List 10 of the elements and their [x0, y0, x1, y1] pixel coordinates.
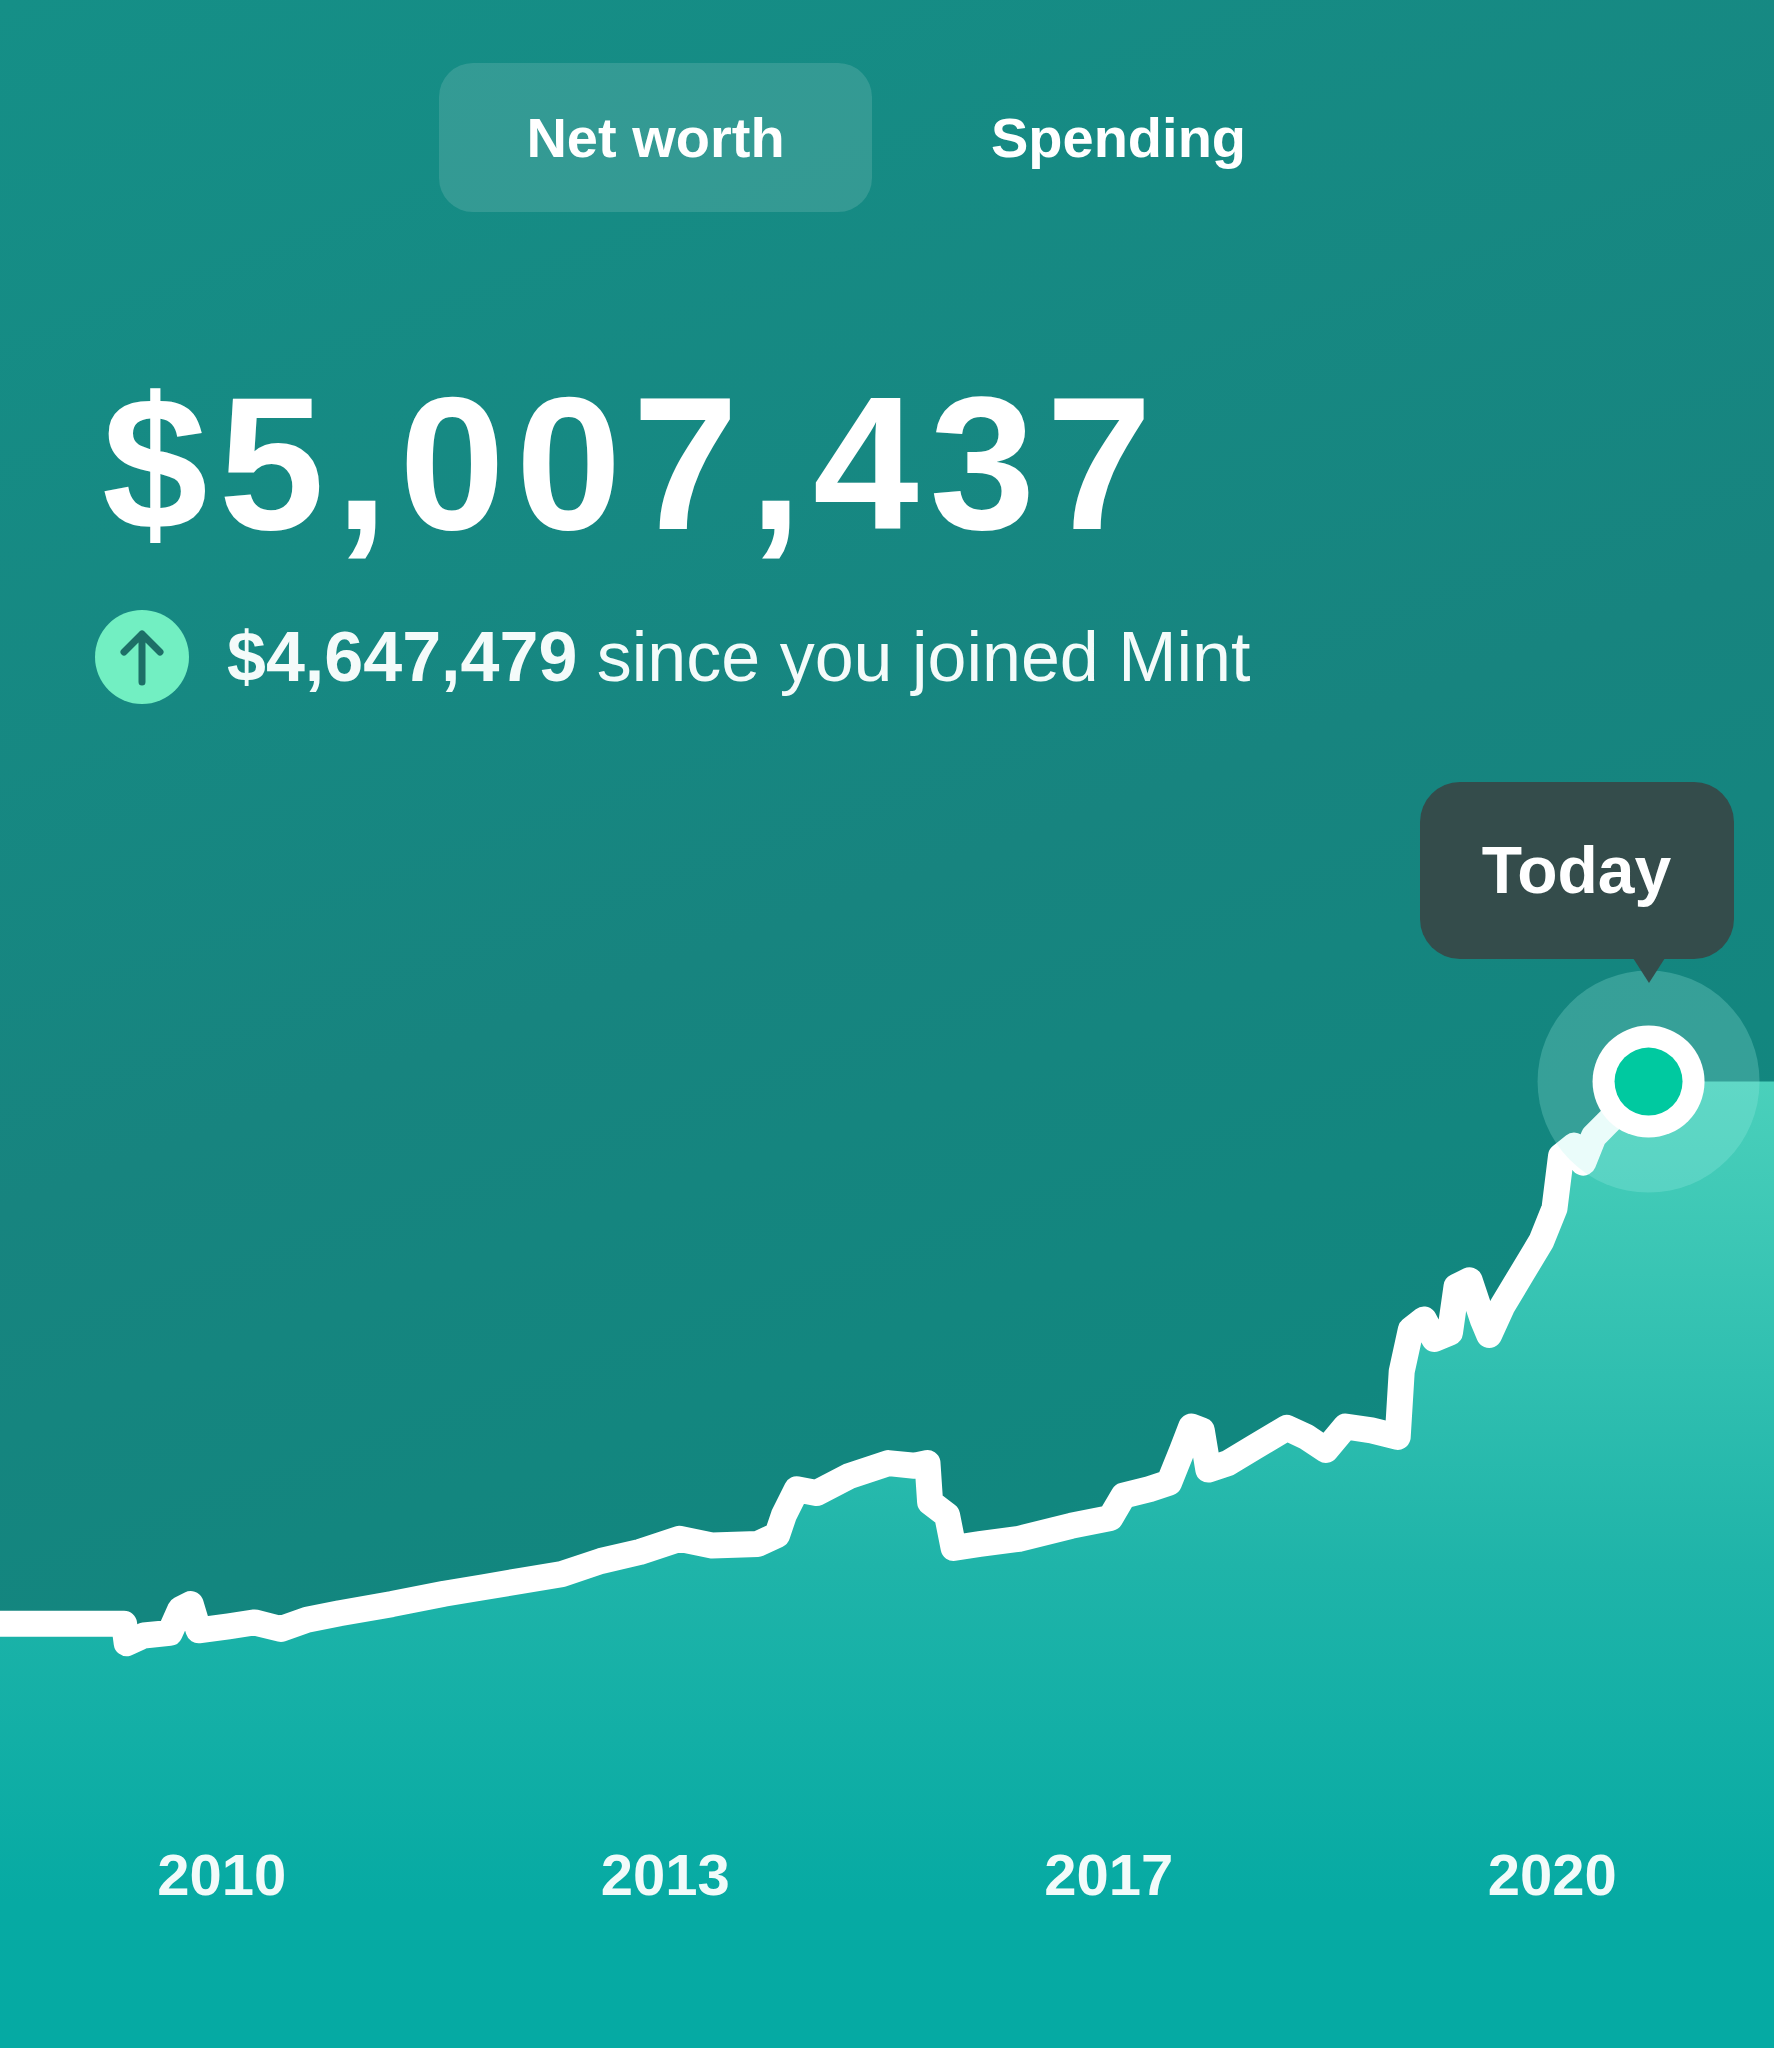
- axis-label: 2013: [600, 1842, 730, 1908]
- axis-label: 2020: [1487, 1842, 1617, 1908]
- axis-label: 2010: [157, 1842, 287, 1908]
- tab[interactable]: Spending: [902, 63, 1335, 212]
- tab[interactable]: Net worth: [439, 63, 872, 212]
- tooltip: Today: [1419, 781, 1734, 983]
- net-worth-amount: $5,007,437: [102, 368, 1163, 558]
- change-text: $4,647,479 since you joined Mint: [227, 617, 1251, 698]
- axis-label: 2017: [1044, 1842, 1174, 1908]
- point-marker-icon[interactable]: [1537, 970, 1760, 1193]
